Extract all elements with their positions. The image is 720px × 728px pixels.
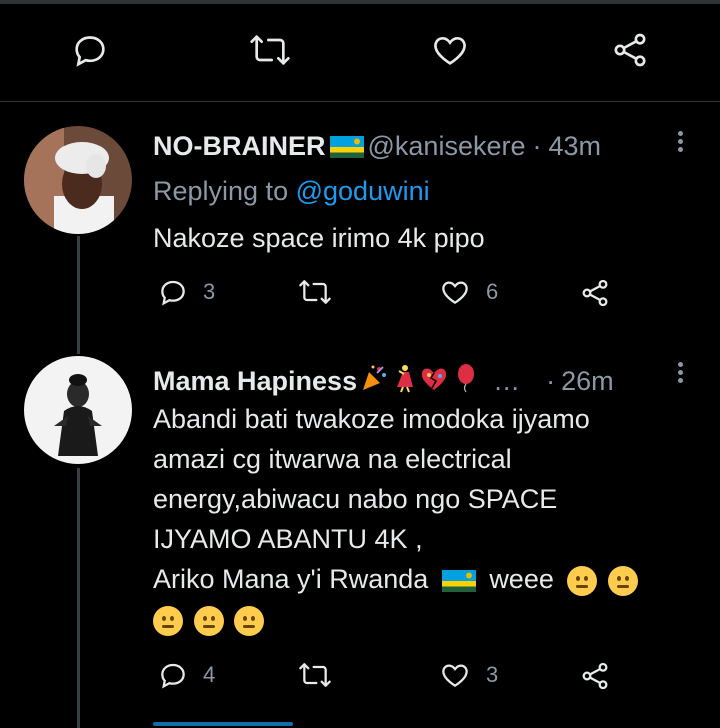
like-button[interactable]: 6 (438, 276, 498, 308)
share-icon (582, 662, 608, 690)
rwanda-flag-icon (329, 135, 364, 158)
reply-count: 3 (203, 279, 216, 304)
name-ellipsis: … (493, 366, 521, 396)
tweet-text-line: Abandi bati twakoze imodoka ijyamo (153, 404, 590, 434)
display-name[interactable]: Mama Hapiness (153, 366, 357, 397)
reply-count: 4 (203, 662, 216, 687)
confused-face-icon (193, 605, 224, 636)
heart-icon (442, 281, 468, 304)
tweet-header: Mama Hapiness … · 26m (153, 363, 614, 400)
slightly-frowning-face-icon (234, 605, 265, 636)
eye-roll-face-icon (567, 565, 598, 596)
reply-button[interactable]: 3 (157, 276, 215, 308)
balloon-icon (453, 363, 479, 400)
unamused-face-icon (607, 565, 638, 596)
tweet-text-line (153, 599, 693, 639)
tweet-header: NO-BRAINER @kanisekere · 43m (153, 131, 601, 162)
separator: · (532, 131, 542, 161)
tweet-text-line: energy,abiwacu nabo ngo SPACE (153, 484, 558, 514)
more-options-icon[interactable] (675, 128, 685, 155)
share-icon (582, 279, 608, 307)
avatar[interactable] (24, 356, 132, 464)
thread-line (77, 468, 80, 728)
retweet-icon (299, 663, 331, 687)
share-button[interactable] (579, 277, 611, 309)
timestamp[interactable]: 43m (548, 131, 601, 162)
frowning-face-icon (153, 605, 183, 636)
display-name[interactable]: NO-BRAINER (153, 131, 326, 162)
show-replies-link[interactable] (153, 716, 293, 728)
tweet-text-line: Nakoze space irimo 4k pipo (153, 223, 485, 253)
more-options-icon[interactable] (675, 359, 685, 386)
tweet-text: Nakoze space irimo 4k pipo (153, 218, 693, 258)
tweet-text: Abandi bati twakoze imodoka ijyamo amazi… (153, 399, 693, 639)
like-count: 3 (486, 662, 499, 687)
rwanda-flag-icon (441, 569, 476, 592)
retweet-button[interactable] (297, 659, 347, 691)
share-button[interactable] (610, 30, 650, 70)
separator: · (546, 366, 556, 396)
username[interactable]: @kanisekere (368, 131, 526, 162)
reply-button[interactable] (70, 30, 110, 70)
thread-line (77, 236, 80, 354)
heart-icon (434, 36, 466, 65)
share-button[interactable] (579, 660, 611, 692)
avatar[interactable] (24, 126, 132, 234)
like-count: 6 (486, 279, 499, 304)
tweet-text-line: IJYAMO ABANTU 4K , (153, 524, 423, 554)
like-button[interactable] (430, 30, 470, 70)
parent-tweet-actions (0, 28, 720, 78)
timestamp[interactable]: 26m (561, 366, 614, 397)
share-icon (614, 33, 646, 67)
replying-prefix: Replying to (153, 176, 289, 206)
broken-heart-icon (419, 363, 449, 400)
dancer-icon (389, 363, 419, 400)
retweet-button[interactable] (248, 30, 292, 70)
replying-to: Replying to @goduwini (153, 176, 430, 207)
reply-icon (75, 36, 105, 67)
replying-handle-link[interactable]: @goduwini (296, 176, 430, 206)
tweet-text-line: amazi cg itwarwa na electrical (153, 444, 512, 474)
retweet-icon (250, 35, 290, 65)
retweet-button[interactable] (297, 276, 347, 308)
reply-icon (161, 280, 185, 306)
like-button[interactable]: 3 (438, 659, 498, 691)
reply-button[interactable]: 4 (157, 659, 215, 691)
top-border (0, 0, 720, 4)
tweet-text-line: Ariko Mana y'i Rwanda weee (153, 559, 693, 599)
reply-icon (161, 663, 185, 689)
retweet-icon (299, 280, 331, 304)
party-popper-icon (359, 363, 389, 400)
divider (0, 101, 720, 102)
heart-icon (442, 664, 468, 687)
